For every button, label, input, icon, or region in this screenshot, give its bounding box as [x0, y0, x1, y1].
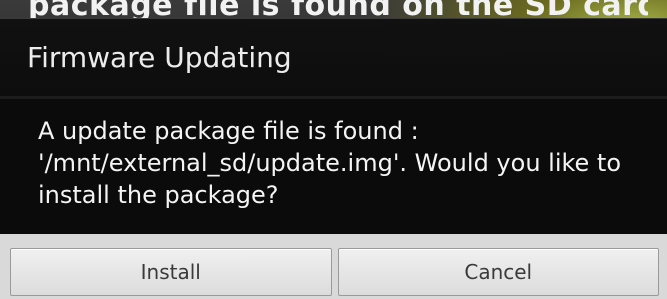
dialog-body: A update package file is found : '/mnt/e…: [0, 99, 667, 234]
dialog-button-bar: Install Cancel: [0, 234, 667, 299]
dialog-message: A update package file is found : '/mnt/e…: [38, 117, 622, 209]
cancel-button[interactable]: Cancel: [337, 248, 659, 296]
screen: package file is found on the SD card. Pl…: [0, 0, 667, 299]
dialog-title: Firmware Updating: [27, 41, 292, 74]
install-button[interactable]: Install: [10, 248, 332, 296]
firmware-update-dialog: Firmware Updating A update package file …: [0, 18, 667, 299]
dialog-title-bar: Firmware Updating: [0, 19, 667, 99]
